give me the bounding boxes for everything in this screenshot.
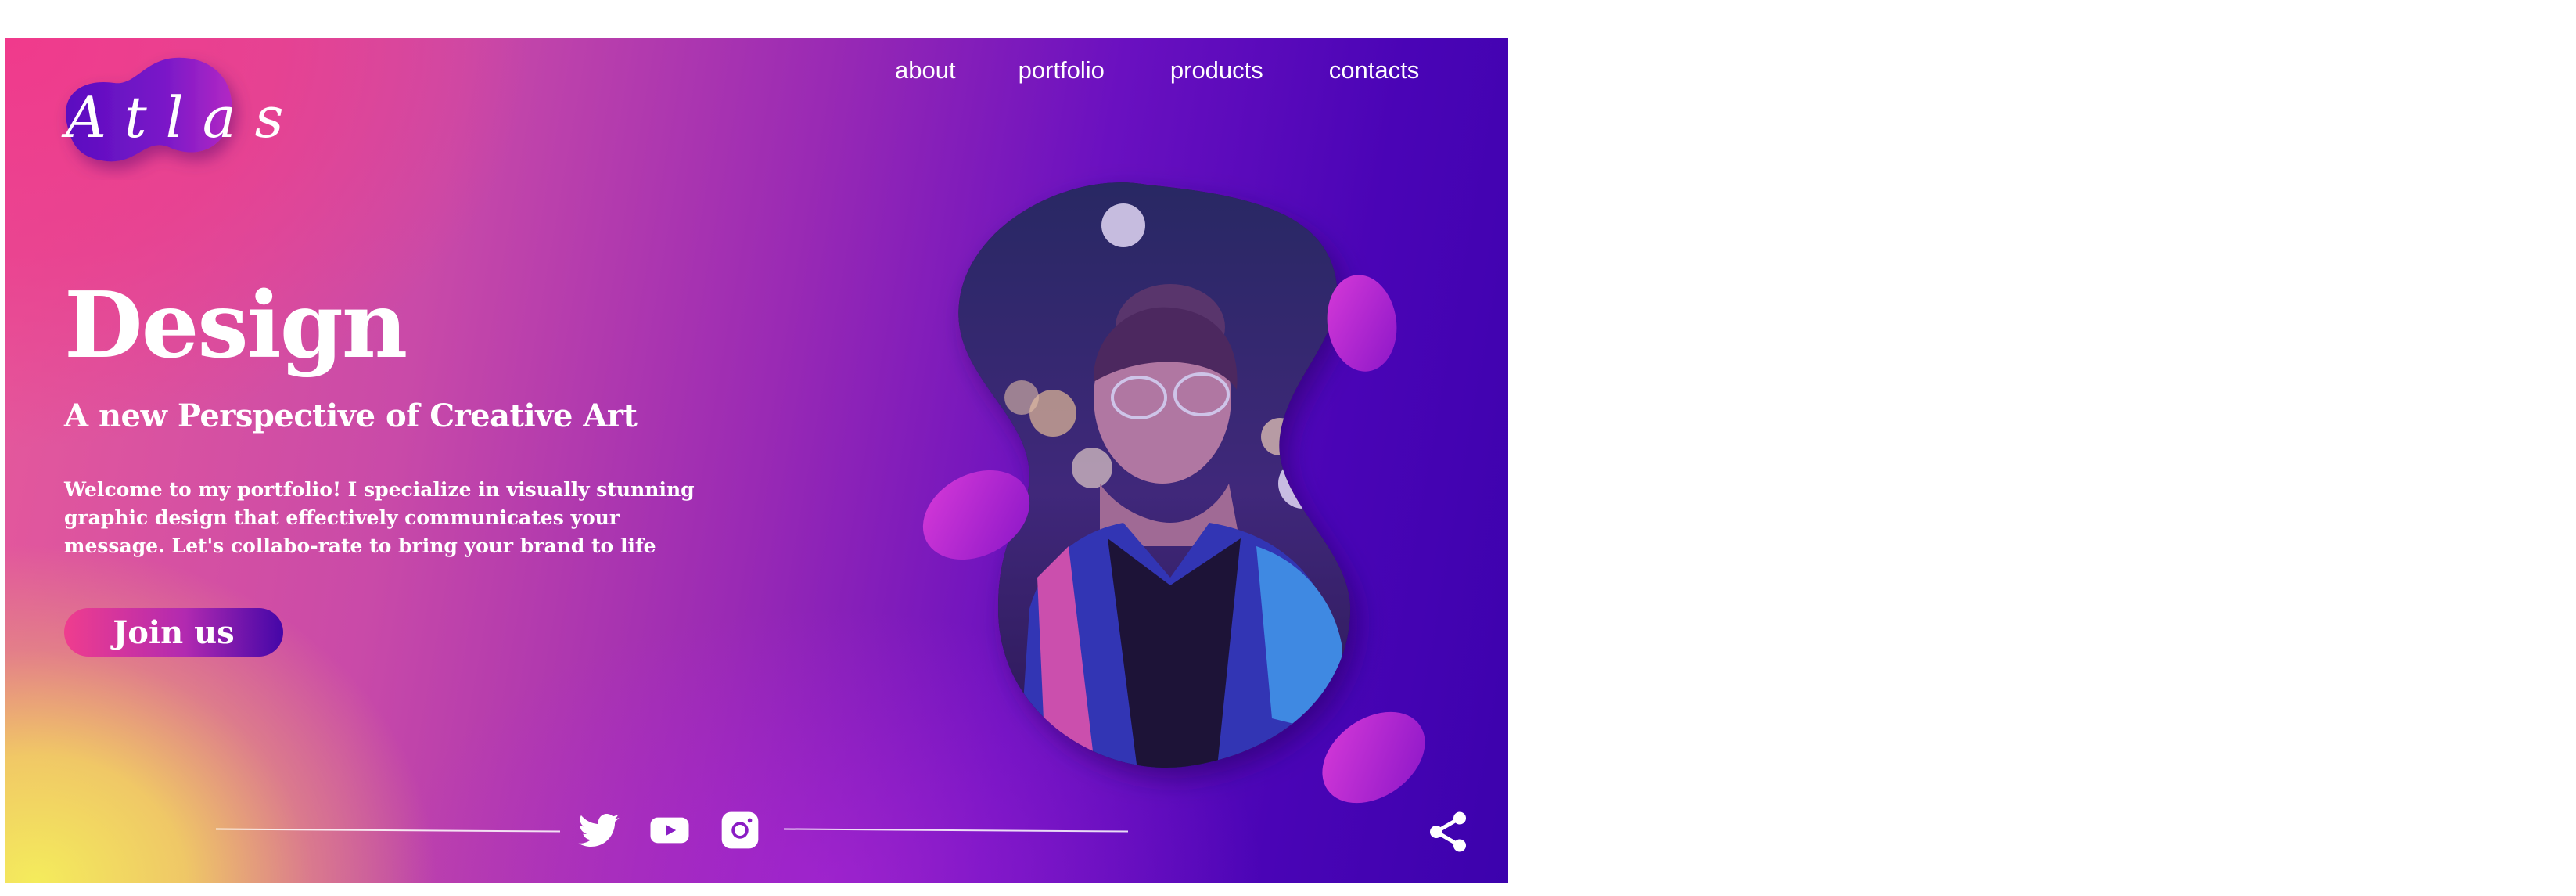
twitter-icon[interactable]	[577, 808, 621, 852]
main-nav: about portfolio products contacts	[895, 56, 1419, 85]
nav-portfolio[interactable]: portfolio	[1019, 56, 1105, 85]
hero-title: Design	[64, 272, 408, 379]
youtube-icon[interactable]	[648, 808, 692, 852]
hero-section: Atlas about portfolio products contacts …	[5, 38, 1508, 883]
portrait-image	[922, 182, 1425, 804]
atlas-logo[interactable]: Atlas	[52, 47, 284, 180]
logo-text: Atlas	[66, 85, 303, 150]
join-us-label: Join us	[113, 614, 235, 651]
footer-rule-left	[215, 828, 561, 833]
hero-subtitle: A new Perspective of Creative Art	[64, 398, 638, 434]
nav-contacts[interactable]: contacts	[1329, 56, 1419, 85]
join-us-button[interactable]: Join us	[64, 608, 283, 657]
hero-description: Welcome to my portfolio! I specialize in…	[64, 478, 695, 557]
share-icon[interactable]	[1425, 808, 1471, 855]
nav-products[interactable]: products	[1170, 56, 1263, 85]
instagram-icon[interactable]	[718, 808, 762, 852]
nav-about[interactable]: about	[895, 56, 956, 85]
